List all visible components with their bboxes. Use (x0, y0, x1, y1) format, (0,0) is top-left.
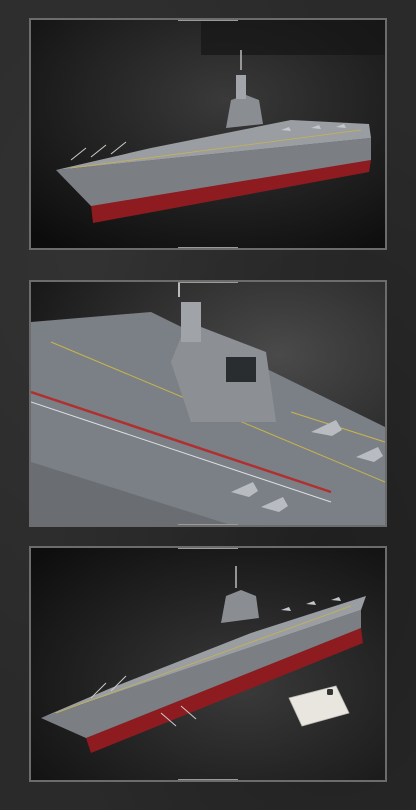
frame-tab-bottom (178, 779, 238, 780)
frame-tab-bottom (178, 524, 238, 525)
carrier-side-view-photo (31, 20, 385, 248)
product-gallery-page: { "gallery": { "images": [ {"name": "car… (0, 0, 416, 810)
gallery-image-side-view (29, 18, 387, 250)
gallery-image-deck-closeup (29, 280, 387, 527)
frame-tab-top (178, 548, 238, 549)
gallery-image-scale-view (29, 546, 387, 782)
carrier-deck-closeup-photo (31, 282, 385, 525)
frame-tab-bottom (178, 247, 238, 248)
carrier-with-phone-photo (31, 548, 385, 780)
frame-tab-top (178, 20, 238, 21)
frame-tab-top (178, 282, 238, 283)
